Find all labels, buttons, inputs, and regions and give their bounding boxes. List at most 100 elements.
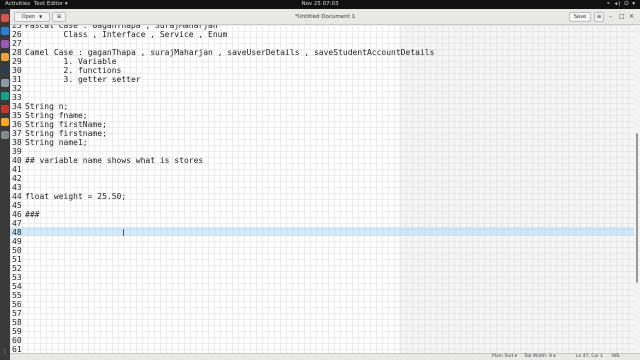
line-number: 59 xyxy=(12,327,22,336)
line-number: 61 xyxy=(12,345,22,353)
editor-line: 32 xyxy=(12,84,434,93)
editor-line: 52 xyxy=(12,264,434,273)
editor-line: 41 xyxy=(12,165,434,174)
show-applications-icon[interactable]: ⋮⋮ xyxy=(2,349,14,355)
editor-line: 61 xyxy=(12,345,434,353)
line-number: 27 xyxy=(12,39,22,48)
line-text: ### xyxy=(25,210,40,219)
line-number: 48 xyxy=(12,228,22,237)
line-text: 3. getter setter xyxy=(25,75,141,84)
language-selector[interactable]: Plain Text ▾ xyxy=(492,354,517,360)
files-icon[interactable] xyxy=(1,79,9,87)
editor-line: 42 xyxy=(12,174,434,183)
editor-line: 26 Class , Interface , Service , Enum xyxy=(12,30,434,39)
maximize-icon[interactable]: □ xyxy=(619,9,625,25)
line-number: 57 xyxy=(12,309,22,318)
hamburger-menu-icon[interactable]: ≡ xyxy=(594,12,604,22)
line-number: 28 xyxy=(12,48,22,57)
line-number: 54 xyxy=(12,282,22,291)
system-menu[interactable]: ⚬ ◂) ⏻ ▾ xyxy=(606,0,636,9)
line-number: 53 xyxy=(12,273,22,282)
line-text: Class , Interface , Service , Enum xyxy=(25,30,228,39)
line-number: 41 xyxy=(12,165,22,174)
line-number: 36 xyxy=(12,120,22,129)
line-number: 49 xyxy=(12,237,22,246)
chrome-icon[interactable] xyxy=(1,14,9,22)
line-text: 2. functions xyxy=(25,66,122,75)
vertical-scrollbar[interactable] xyxy=(634,25,640,353)
line-text: Camel Case : gaganThapa , surajMaharjan … xyxy=(25,48,435,57)
trash-icon[interactable] xyxy=(1,131,9,139)
editor-line: 50 xyxy=(12,246,434,255)
editor-line: 30 2. functions xyxy=(12,66,434,75)
scrollbar-thumb[interactable] xyxy=(636,133,638,283)
line-number: 26 xyxy=(12,30,22,39)
cursor-position: Ln 47, Col 1 xyxy=(576,354,603,359)
line-text: String fname; xyxy=(25,111,88,120)
line-number: 42 xyxy=(12,174,22,183)
text-cursor xyxy=(123,229,124,236)
line-number: 43 xyxy=(12,183,22,192)
close-icon[interactable]: ✕ xyxy=(629,9,634,25)
line-number: 30 xyxy=(12,66,22,75)
editor-line: 35 String fname; xyxy=(12,111,434,120)
line-number: 56 xyxy=(12,300,22,309)
status-bar: Plain Text ▾ Tab Width: 8 ▾ Ln 47, Col 1… xyxy=(10,353,640,360)
editor-line: 57 xyxy=(12,309,434,318)
line-number: 35 xyxy=(12,111,22,120)
line-number: 38 xyxy=(12,138,22,147)
editor-line: 55 xyxy=(12,291,434,300)
editor-line: 40 ## variable name shows what is stores xyxy=(12,156,434,165)
editor-line: 53 xyxy=(12,273,434,282)
settings-icon[interactable] xyxy=(1,53,9,61)
editor-line: 48 xyxy=(12,228,434,237)
editor-line: 49 xyxy=(12,237,434,246)
line-number: 47 xyxy=(12,219,22,228)
gitkraken-icon[interactable] xyxy=(1,92,9,100)
text-editor-icon[interactable] xyxy=(1,118,9,126)
editor-line: 28 Camel Case : gaganThapa , surajMaharja… xyxy=(12,48,434,57)
minimize-icon[interactable]: – xyxy=(609,9,612,25)
editor-line: 59 xyxy=(12,327,434,336)
editor-line: 38 String name1; xyxy=(12,138,434,147)
line-text: String name1; xyxy=(25,138,88,147)
line-number: 60 xyxy=(12,336,22,345)
line-number: 40 xyxy=(12,156,22,165)
line-number: 29 xyxy=(12,57,22,66)
editor-line: 44 float weight = 25.50; xyxy=(12,192,434,201)
firefox-icon[interactable] xyxy=(1,40,9,48)
editor-line: 39 xyxy=(12,147,434,156)
save-button[interactable]: Save xyxy=(569,12,591,22)
line-number: 33 xyxy=(12,93,22,102)
line-number: 58 xyxy=(12,318,22,327)
terminal-icon[interactable] xyxy=(1,66,9,74)
editor-line: 27 xyxy=(12,39,434,48)
editor-line: 58 xyxy=(12,318,434,327)
line-text: ## variable name shows what is stores xyxy=(25,156,204,165)
editor-line: 47 xyxy=(12,219,434,228)
insert-mode: INS xyxy=(612,354,620,359)
vscode-icon[interactable] xyxy=(1,27,9,35)
line-number: 39 xyxy=(12,147,22,156)
editor-line: 31 3. getter setter xyxy=(12,75,434,84)
editor-line: 56 xyxy=(12,300,434,309)
line-number: 46 xyxy=(12,210,22,219)
line-number: 32 xyxy=(12,84,22,93)
line-text: String firstName; xyxy=(25,120,107,129)
editor-line: 54 xyxy=(12,282,434,291)
line-text: String n; xyxy=(25,102,69,111)
line-number: 45 xyxy=(12,201,22,210)
line-text: 1. Variable xyxy=(25,57,117,66)
text-editor-area[interactable]: 25 Pascal Case : GaganThapa , SurajMaharj… xyxy=(10,25,640,353)
store-icon[interactable] xyxy=(1,105,9,113)
text-editor-window: Open ▼ ⊞ *Untitled Document 1 Save ≡ – □ … xyxy=(10,9,640,360)
clock[interactable]: Nov 25 07:03 xyxy=(0,0,640,9)
line-number: 51 xyxy=(12,255,22,264)
tab-width-selector[interactable]: Tab Width: 8 ▾ xyxy=(524,354,556,360)
line-number: 50 xyxy=(12,246,22,255)
header-bar: Open ▼ ⊞ *Untitled Document 1 Save ≡ – □ … xyxy=(10,9,640,25)
editor-lines: 25 Pascal Case : GaganThapa , SurajMaharj… xyxy=(12,25,434,353)
editor-line: 29 1. Variable xyxy=(12,57,434,66)
editor-line: 46 ### xyxy=(12,210,434,219)
top-bar: Activities Text Editor ▾ Nov 25 07:03 ⚬ … xyxy=(0,0,640,9)
